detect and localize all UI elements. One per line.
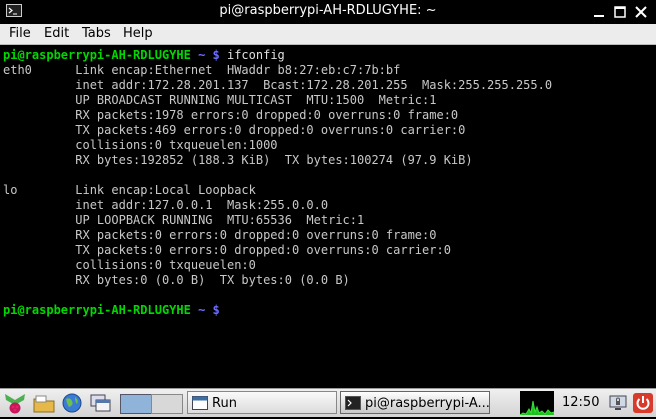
web-browser-icon[interactable] — [60, 392, 84, 416]
raspberry-menu-icon[interactable] — [2, 392, 28, 416]
output-line: eth0 Link encap:Ethernet HWaddr b8:27:eb… — [3, 63, 401, 77]
command-prompt-line: pi@raspberrypi-AH-RDLUGYHE ~ $ ifconfig — [3, 48, 285, 63]
terminal-icon — [345, 395, 361, 415]
window-title: pi@raspberrypi-AH-RDLUGYHE: ~ — [219, 3, 437, 18]
prompt-user: pi@raspberrypi-AH-RDLUGYHE — [3, 48, 191, 62]
power-icon[interactable] — [632, 392, 654, 416]
output-line: RX packets:0 errors:0 dropped:0 overruns… — [3, 228, 437, 242]
output-line: lo Link encap:Local Loopback — [3, 183, 256, 197]
menu-help[interactable]: Help — [123, 26, 153, 41]
taskbar: Run pi@raspberrypi-A... 12:50 — [0, 388, 656, 417]
prompt-user: pi@raspberrypi-AH-RDLUGYHE — [3, 303, 191, 317]
desktop-pager-1[interactable] — [120, 394, 152, 414]
menu-edit[interactable]: Edit — [44, 26, 69, 41]
window-switcher-icon[interactable] — [88, 392, 114, 416]
taskbar-task-terminal[interactable]: pi@raspberrypi-A... — [340, 391, 490, 414]
prompt-path: ~ $ — [190, 48, 220, 62]
output-line: collisions:0 txqueuelen:0 — [3, 258, 256, 272]
output-line: TX packets:0 errors:0 dropped:0 overruns… — [3, 243, 451, 257]
cpu-monitor-graph — [519, 391, 555, 416]
desktop-pager-2[interactable] — [151, 394, 183, 414]
output-line: UP LOOPBACK RUNNING MTU:65536 Metric:1 — [3, 213, 365, 227]
terminal-area[interactable]: pi@raspberrypi-AH-RDLUGYHE ~ $ ifconfig … — [0, 45, 656, 388]
output-line: RX bytes:0 (0.0 B) TX bytes:0 (0.0 B) — [3, 273, 350, 287]
output-line: inet addr:172.28.201.137 Bcast:172.28.20… — [3, 78, 553, 92]
window-icon — [192, 395, 208, 415]
menu-tabs[interactable]: Tabs — [82, 26, 111, 41]
minimize-icon[interactable] — [592, 4, 606, 23]
current-prompt-line: pi@raspberrypi-AH-RDLUGYHE ~ $ — [3, 303, 234, 318]
task-label: pi@raspberrypi-A... — [365, 396, 490, 411]
text-cursor — [226, 303, 234, 316]
output-line: inet addr:127.0.0.1 Mask:255.0.0.0 — [3, 198, 329, 212]
prompt-command: ifconfig — [219, 48, 285, 62]
file-manager-icon[interactable] — [31, 393, 57, 417]
output-line: RX bytes:192852 (188.3 KiB) TX bytes:100… — [3, 153, 473, 167]
output-line: collisions:0 txqueuelen:1000 — [3, 138, 278, 152]
window-titlebar[interactable]: pi@raspberrypi-AH-RDLUGYHE: ~ — [0, 0, 656, 24]
output-line: UP BROADCAST RUNNING MULTICAST MTU:1500 … — [3, 93, 437, 107]
screen-lock-icon[interactable] — [608, 393, 628, 417]
clock[interactable]: 12:50 — [562, 395, 599, 410]
output-line: RX packets:1978 errors:0 dropped:0 overr… — [3, 108, 459, 122]
prompt-path: ~ $ — [190, 303, 220, 317]
output-line: TX packets:469 errors:0 dropped:0 overru… — [3, 123, 466, 137]
close-icon[interactable] — [634, 4, 648, 23]
menu-file[interactable]: File — [9, 26, 31, 41]
task-label: Run — [212, 396, 237, 411]
taskbar-task-run[interactable]: Run — [187, 391, 337, 414]
maximize-icon[interactable] — [613, 4, 627, 23]
menu-bar: File Edit Tabs Help — [0, 24, 656, 45]
